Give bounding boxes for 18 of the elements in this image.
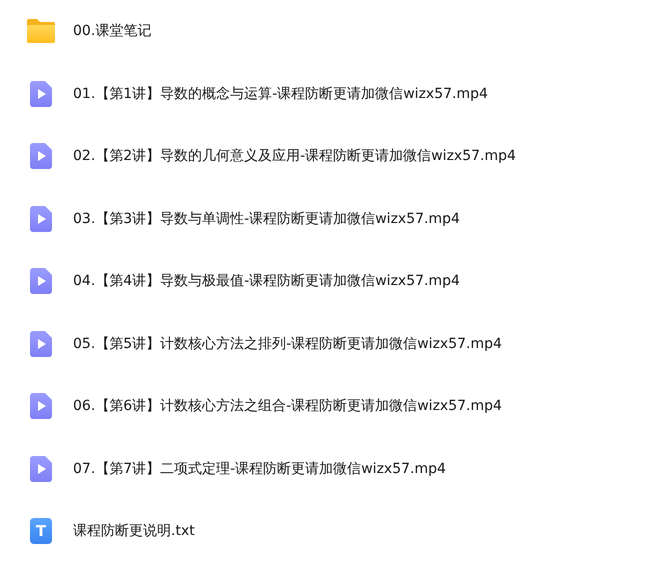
file-name[interactable]: 05.【第5讲】计数核心方法之排列-课程防断更请加微信wizx57.mp4 bbox=[73, 334, 502, 353]
video-file-icon bbox=[30, 330, 52, 357]
video-file-icon bbox=[30, 206, 52, 232]
file-name[interactable]: 04.【第4讲】导数与极最值-课程防断更请加微信wizx57.mp4 bbox=[73, 272, 460, 290]
file-name[interactable]: 02.【第2讲】导数的几何意义及应用-课程防断更请加微信wizx57.mp4 bbox=[73, 147, 516, 166]
text-file-icon: T bbox=[30, 518, 52, 544]
video-file-icon bbox=[30, 456, 52, 482]
video-file-icon bbox=[30, 80, 52, 107]
video-file-icon bbox=[30, 268, 52, 294]
folder-icon bbox=[26, 18, 56, 44]
file-name[interactable]: 03.【第3讲】导数与单调性-课程防断更请加微信wizx57.mp4 bbox=[73, 210, 460, 228]
file-name[interactable]: 00.课堂笔记 bbox=[73, 22, 152, 40]
file-name[interactable]: 07.【第7讲】二项式定理-课程防断更请加微信wizx57.mp4 bbox=[73, 460, 446, 478]
file-name[interactable]: 06.【第6讲】计数核心方法之组合-课程防断更请加微信wizx57.mp4 bbox=[73, 397, 502, 416]
video-file-icon bbox=[30, 143, 52, 170]
video-file-icon bbox=[30, 393, 52, 420]
file-name[interactable]: 01.【第1讲】导数的概念与运算-课程防断更请加微信wizx57.mp4 bbox=[73, 84, 488, 103]
file-name[interactable]: 课程防断更说明.txt bbox=[73, 522, 195, 540]
